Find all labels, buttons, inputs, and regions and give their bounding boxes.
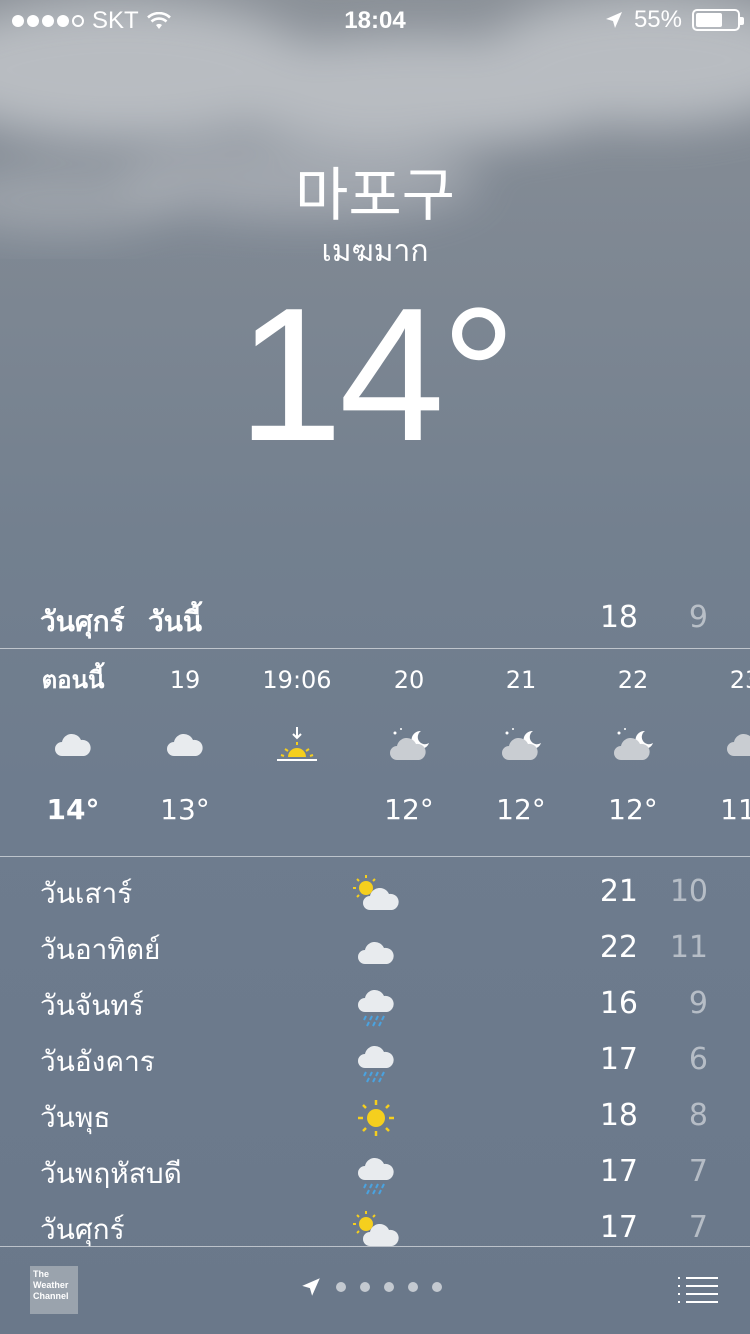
day-name: วันจันทร์ (40, 989, 144, 1022)
page-dot (408, 1282, 418, 1292)
battery-icon (692, 9, 744, 31)
hour-time: 23 (729, 666, 750, 694)
divider (0, 648, 750, 649)
day-name: วันอังคาร (40, 1045, 155, 1078)
daily-row: วันอาทิตย์ 22 11 (0, 922, 750, 978)
daily-row: วันจันทร์ 16 9 (0, 978, 750, 1034)
day-name: วันอาทิตย์ (40, 933, 161, 966)
hour-time: 22 (617, 666, 649, 694)
location-arrow-icon (302, 1278, 320, 1296)
partly-cloudy-night-icon (614, 728, 653, 760)
hourly-item: 19:06 (242, 660, 352, 830)
hour-temp: 14° (46, 793, 100, 826)
day-low: 7 (688, 1154, 708, 1189)
page-dot (360, 1282, 370, 1292)
today-day: วันศุกร์ (40, 605, 125, 638)
day-high: 21 (599, 874, 638, 909)
today-high: 18 (599, 600, 638, 635)
hourly-forecast[interactable]: ตอนนี้ 14° 19 13° 19:06 20 12° 21 12° 22… (0, 660, 750, 840)
partly-sunny-icon (353, 875, 399, 910)
hour-time: 20 (393, 666, 425, 694)
hour-temp: 13° (160, 793, 210, 826)
rain-icon (358, 1045, 394, 1083)
current-condition: เมฆมาก (321, 234, 429, 269)
hour-temp (242, 790, 352, 830)
city-name: 마포구 (294, 161, 456, 229)
day-low: 8 (688, 1098, 708, 1133)
weather-channel-logo[interactable]: The Weather Channel (30, 1266, 78, 1314)
hourly-item: 23 11° (690, 660, 750, 830)
page-indicator[interactable] (300, 1276, 442, 1298)
daily-row: วันเสาร์ 21 10 (0, 866, 750, 922)
status-right: 55% (604, 6, 744, 34)
day-low: 7 (688, 1210, 708, 1245)
page-dot (336, 1282, 346, 1292)
rain-icon (358, 1157, 394, 1195)
location-arrow-icon (605, 12, 622, 28)
daily-row: วันอังคาร 17 6 (0, 1034, 750, 1090)
list-icon[interactable] (676, 1274, 720, 1306)
hourly-item: ตอนนี้ 14° (18, 660, 128, 830)
hour-time: 21 (505, 666, 537, 694)
hour-temp: 12° (608, 793, 658, 826)
day-low: 9 (688, 986, 708, 1021)
page-dot (384, 1282, 394, 1292)
today-label: วันนี้ (148, 605, 203, 638)
day-low: 10 (669, 874, 708, 909)
day-name: วันพุธ (40, 1101, 111, 1134)
day-high: 17 (599, 1210, 638, 1245)
hour-temp: 12° (496, 793, 546, 826)
hourly-item: 21 12° (466, 660, 576, 830)
rain-icon (358, 989, 394, 1027)
day-high: 22 (599, 930, 638, 965)
today-low: 9 (688, 600, 708, 635)
degree-symbol: ° (440, 269, 517, 481)
day-high: 17 (599, 1042, 638, 1077)
battery-percent: 55% (633, 6, 682, 33)
partly-cloudy-night-icon (390, 728, 429, 760)
cloud-icon (55, 733, 91, 756)
day-name: วันเสาร์ (40, 877, 133, 910)
footer-toolbar: The Weather Channel (0, 1246, 750, 1334)
hour-time: ตอนนี้ (41, 666, 105, 694)
hour-temp: 11° (720, 793, 750, 826)
day-low: 11 (669, 930, 708, 965)
sun-icon (358, 1100, 394, 1136)
hourly-item: 19 13° (130, 660, 240, 830)
divider (0, 856, 750, 857)
sunset-icon (277, 727, 317, 761)
day-low: 6 (688, 1042, 708, 1077)
cloud-icon (167, 733, 203, 756)
current-temperature: 14° (0, 280, 750, 470)
daily-row: วันพฤหัสบดี 17 7 (0, 1146, 750, 1202)
status-bar: SKT 18:04 55% (0, 0, 750, 40)
current-temperature-value: 14 (237, 269, 444, 481)
hourly-item: 20 12° (354, 660, 464, 830)
day-high: 17 (599, 1154, 638, 1189)
day-high: 18 (599, 1098, 638, 1133)
hour-temp: 12° (384, 793, 434, 826)
day-high: 16 (599, 986, 638, 1021)
cloud-icon (358, 941, 394, 964)
page-dot (432, 1282, 442, 1292)
hour-time: 19 (169, 666, 201, 694)
daily-forecast[interactable]: วันเสาร์ 21 10 วันอาทิตย์ 22 11 วันจันทร… (0, 866, 750, 1258)
today-summary: วันศุกร์ วันนี้ 18 9 (0, 600, 750, 644)
partly-cloudy-night-icon (502, 728, 541, 760)
hourly-item: 22 12° (578, 660, 688, 830)
hour-time: 19:06 (262, 666, 332, 694)
day-name: วันพฤหัสบดี (40, 1157, 182, 1190)
cloud-icon (727, 733, 750, 756)
daily-row: วันพุธ 18 8 (0, 1090, 750, 1146)
